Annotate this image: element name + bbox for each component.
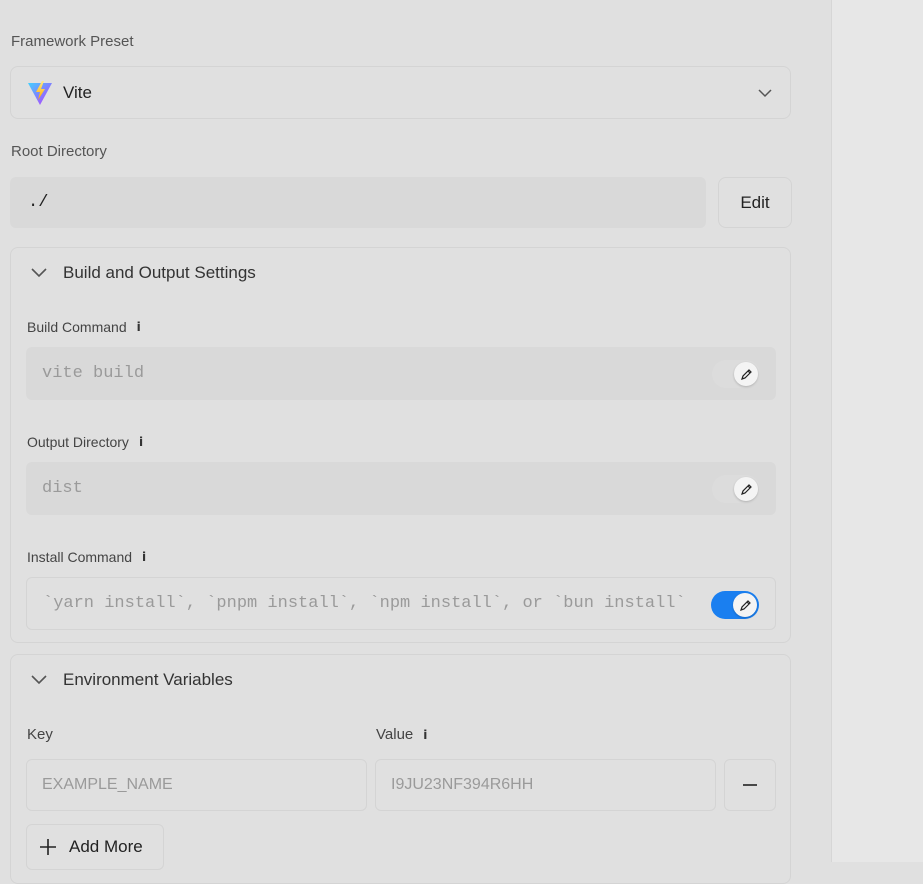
env-key-input[interactable]: EXAMPLE_NAME <box>26 759 367 811</box>
install-command-override-toggle[interactable] <box>711 591 759 619</box>
info-icon[interactable]: i <box>423 728 427 742</box>
add-more-button[interactable]: Add More <box>26 824 164 870</box>
right-side-panel <box>831 0 923 862</box>
chevron-down-icon <box>758 89 772 98</box>
build-output-settings-header[interactable]: Build and Output Settings <box>29 263 256 283</box>
minus-icon <box>743 784 757 786</box>
install-command-label: Install Command i <box>27 549 147 565</box>
build-command-override-toggle[interactable] <box>712 360 760 388</box>
info-icon[interactable]: i <box>142 550 146 564</box>
root-directory-label: Root Directory <box>11 143 107 160</box>
build-command-label: Build Command i <box>27 319 141 335</box>
output-directory-input[interactable]: dist <box>26 462 776 515</box>
framework-preset-value: Vite <box>63 82 92 102</box>
output-directory-override-toggle[interactable] <box>712 475 760 503</box>
pencil-icon <box>734 362 758 386</box>
chevron-down-icon <box>31 268 47 278</box>
remove-variable-button[interactable] <box>724 759 776 811</box>
chevron-down-icon <box>31 675 47 685</box>
root-directory-value: ./ <box>10 177 706 228</box>
env-value-input[interactable]: I9JU23NF394R6HH <box>375 759 716 811</box>
install-command-input[interactable]: `yarn install`, `pnpm install`, `npm ins… <box>26 577 776 630</box>
build-command-input[interactable]: vite build <box>26 347 776 400</box>
plus-icon <box>40 839 56 855</box>
framework-preset-label: Framework Preset <box>11 33 134 50</box>
environment-variables-header[interactable]: Environment Variables <box>29 670 233 690</box>
output-directory-label: Output Directory i <box>27 434 144 450</box>
pencil-icon <box>734 477 758 501</box>
info-icon[interactable]: i <box>137 320 141 334</box>
env-value-label: Value i <box>376 726 428 743</box>
vite-logo-icon <box>28 80 52 105</box>
framework-preset-select[interactable]: Vite <box>10 66 791 119</box>
pencil-icon <box>733 593 757 617</box>
edit-root-directory-button[interactable]: Edit <box>718 177 792 228</box>
build-output-settings-title: Build and Output Settings <box>63 263 256 282</box>
env-key-label: Key <box>27 726 53 743</box>
environment-variables-title: Environment Variables <box>63 670 233 689</box>
info-icon[interactable]: i <box>139 435 143 449</box>
